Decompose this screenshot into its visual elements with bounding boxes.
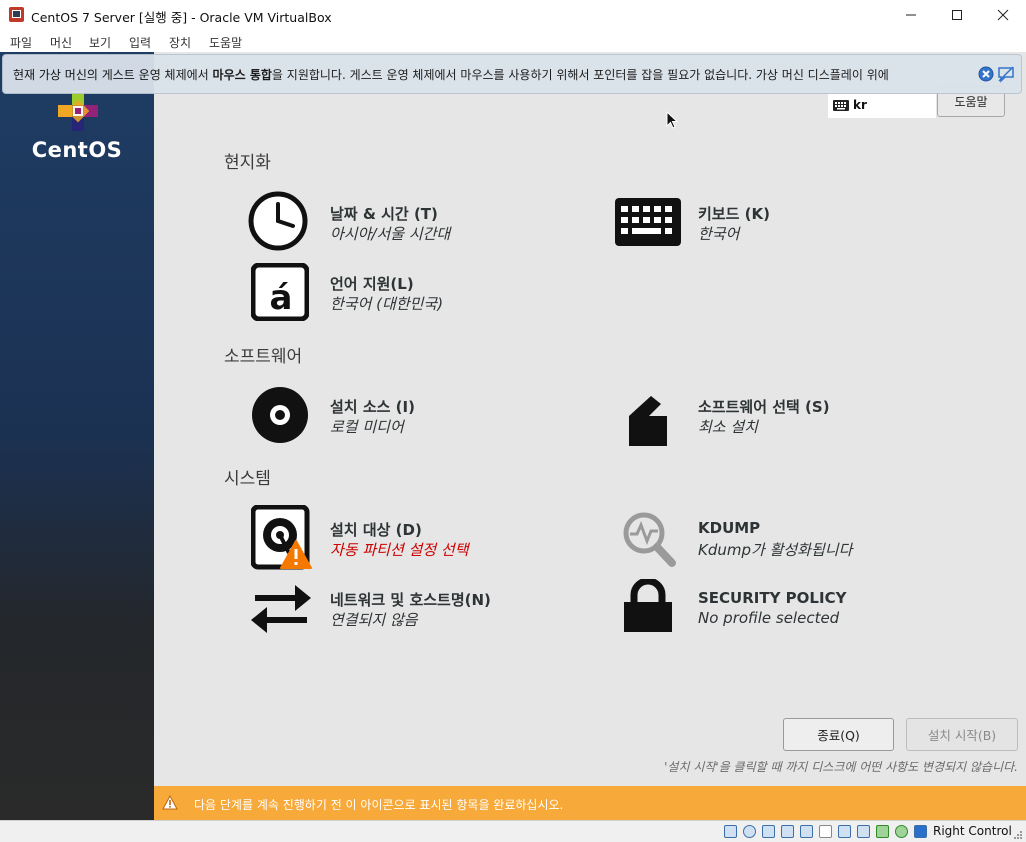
spoke-language-title: 언어 지원(L): [330, 275, 414, 293]
spoke-source-status: 로컬 미디어: [330, 418, 404, 436]
spoke-language-status: 한국어 (대한민국): [330, 295, 444, 313]
cpu-status-icon[interactable]: [876, 825, 889, 838]
spoke-software-status: 최소 설치: [698, 418, 758, 436]
spoke-source-title: 설치 소스 (I): [330, 398, 415, 416]
quit-button[interactable]: 종료(Q): [783, 718, 894, 751]
spoke-keyboard-title: 키보드 (K): [698, 205, 770, 223]
keyboard-layout-label: kr: [853, 98, 867, 112]
spoke-security-title: SECURITY POLICY: [698, 589, 847, 607]
warning-bar-text: 다음 단계를 계속 진행하기 전 이 아이콘으로 표시된 항목을 완료하십시오.: [194, 798, 564, 812]
package-icon: [629, 396, 667, 446]
section-software: 소프트웨어: [224, 347, 303, 367]
begin-installation-button[interactable]: 설치 시작(B): [906, 718, 1018, 751]
spoke-software-title: 소프트웨어 선택 (S): [698, 398, 830, 416]
network-status-icon[interactable]: [781, 825, 794, 838]
keyboard-layout-indicator[interactable]: kr: [828, 94, 936, 118]
network-arrows-icon: [251, 585, 311, 633]
section-system: 시스템: [224, 469, 271, 489]
window-title: CentOS 7 Server [실행 중] - Oracle VM Virtu…: [31, 10, 332, 25]
menu-devices[interactable]: 장치: [169, 34, 191, 51]
spoke-kdump-status: Kdump가 활성화됩니다: [698, 541, 853, 559]
usb-status-icon[interactable]: [800, 825, 813, 838]
guest-display[interactable]: CentOS kr 도움말 현지화 날짜 & 시간 (T) 아시아/서울 시간대: [0, 52, 1026, 820]
notification-close-icon[interactable]: [978, 66, 994, 82]
maximize-button[interactable]: [934, 0, 980, 30]
warning-bar: 다음 단계를 계속 진행하기 전 이 아이콘으로 표시된 항목을 완료하십시오.: [154, 786, 1026, 820]
host-key-label: Right Control: [933, 824, 1012, 838]
language-icon: á: [251, 263, 309, 321]
keyboard-small-icon: [833, 100, 849, 111]
spoke-keyboard-status: 한국어: [698, 225, 740, 243]
disc-icon: [252, 387, 308, 443]
spoke-destination-status: 자동 파티션 설정 선택: [330, 541, 469, 559]
window-titlebar: CentOS 7 Server [실행 중] - Oracle VM Virtu…: [0, 0, 1026, 30]
keyboard-capture-status-icon[interactable]: [914, 825, 927, 838]
close-icon: [997, 9, 1009, 21]
harddisk-warning-icon: [251, 505, 312, 570]
menu-machine[interactable]: 머신: [50, 34, 72, 51]
shared-folders-status-icon[interactable]: [819, 825, 832, 838]
virtualbox-icon: [9, 7, 24, 22]
spoke-datetime-title: 날짜 & 시간 (T): [330, 205, 438, 223]
mouse-cursor-icon: [666, 111, 678, 129]
resize-grip-icon[interactable]: [1012, 829, 1023, 840]
notification-text-bold: 마우스 통합: [212, 68, 272, 82]
menubar: 파일 머신 보기 입력 장치 도움말: [0, 30, 1026, 52]
spoke-network-title: 네트워크 및 호스트명(N): [330, 591, 491, 609]
minimize-button[interactable]: [888, 0, 934, 30]
mouse-integration-notification: 현재 가상 머신의 게스트 운영 체제에서 마우스 통합을 지원합니다. 게스트…: [2, 54, 1022, 94]
spoke-destination-title: 설치 대상 (D): [330, 521, 422, 539]
spoke-datetime-status: 아시아/서울 시간대: [330, 225, 451, 243]
spoke-kdump-title: KDUMP: [698, 519, 761, 537]
notification-text: 현재 가상 머신의 게스트 운영 체제에서 마우스 통합을 지원합니다. 게스트…: [13, 66, 889, 83]
svg-text:á: á: [270, 278, 293, 318]
spoke-network-status: 연결되지 않음: [330, 611, 418, 629]
section-localization: 현지화: [224, 153, 271, 173]
menu-file[interactable]: 파일: [10, 34, 32, 51]
centos-logo-icon: [58, 91, 98, 131]
installer-sidebar: CentOS: [0, 52, 154, 820]
magnifier-icon: [623, 512, 676, 567]
optical-drive-status-icon[interactable]: [743, 825, 756, 838]
notification-mute-icon[interactable]: [997, 65, 1015, 83]
clock-icon: [248, 191, 308, 251]
notification-text-before: 현재 가상 머신의 게스트 운영 체제에서: [13, 68, 213, 82]
display-status-icon[interactable]: [838, 825, 851, 838]
close-button[interactable]: [980, 0, 1026, 30]
warning-icon: [162, 795, 178, 810]
mouse-integration-status-icon[interactable]: [895, 825, 908, 838]
lock-icon: [624, 579, 672, 632]
vm-statusbar: Right Control: [0, 820, 1026, 842]
install-note: '설치 시작'을 클릭할 때 까지 디스크에 어떤 사항도 변경되지 않습니다.: [664, 760, 1018, 774]
audio-status-icon[interactable]: [762, 825, 775, 838]
centos-logo-text: CentOS: [31, 138, 123, 162]
keyboard-icon: [615, 198, 681, 246]
menu-view[interactable]: 보기: [89, 34, 111, 51]
menu-input[interactable]: 입력: [129, 34, 151, 51]
video-capture-status-icon[interactable]: [857, 825, 870, 838]
menu-help[interactable]: 도움말: [209, 34, 242, 51]
hard-disk-status-icon[interactable]: [724, 825, 737, 838]
maximize-icon: [952, 10, 962, 20]
minimize-icon: [906, 14, 916, 16]
notification-text-after: 을 지원합니다. 게스트 운영 체제에서 마우스를 사용하기 위해서 포인터를 …: [271, 68, 889, 82]
spoke-security-status: No profile selected: [698, 609, 840, 627]
